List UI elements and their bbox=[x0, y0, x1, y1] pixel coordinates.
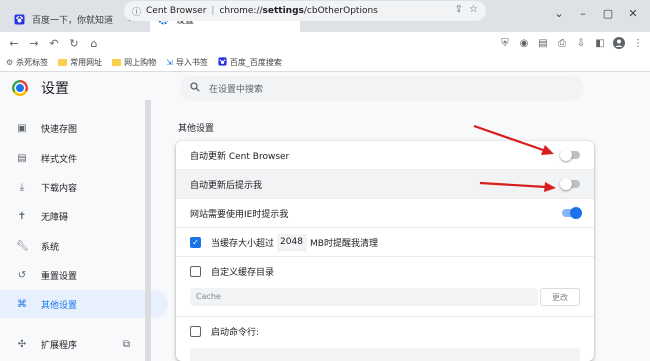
cent-browser-logo-icon bbox=[12, 80, 28, 96]
tab-search-icon[interactable]: ⌄ bbox=[548, 4, 570, 22]
bookmark-star-icon[interactable]: ☆ bbox=[469, 4, 478, 15]
cache-size-input[interactable]: 2048 bbox=[277, 233, 308, 251]
baidu-paw-icon bbox=[218, 57, 227, 68]
sidebar-panel-icon[interactable]: ◧ bbox=[591, 33, 609, 53]
bookmark-folder[interactable]: 常用网址 bbox=[58, 57, 102, 68]
update-notify-label: 自动更新后提示我 bbox=[190, 180, 263, 191]
bookmark-item[interactable]: ⇲ 导入书签 bbox=[166, 57, 208, 68]
bookmark-folder[interactable]: 网上购物 bbox=[112, 57, 156, 68]
custom-cache-label: 自定义缓存目录 bbox=[211, 268, 275, 278]
bookmarks-bar: ⚙ 杀死标签 常用网址 网上购物 ⇲ 导入书签 百度_百度搜索 bbox=[0, 54, 650, 72]
print-icon[interactable]: ⎙ bbox=[553, 33, 571, 53]
auto-update-toggle[interactable] bbox=[560, 149, 580, 161]
tab-title: 百度一下，你就知道 bbox=[32, 15, 114, 26]
import-icon: ⇲ bbox=[166, 58, 173, 67]
baidu-paw-icon bbox=[14, 14, 25, 25]
back-icon[interactable]: ← bbox=[4, 33, 24, 53]
wrench-icon: 🔧︎ bbox=[16, 240, 29, 252]
other-settings-icon: ⌘ bbox=[17, 298, 27, 310]
cache-clean-suffix: MB时提醒我清理 bbox=[310, 238, 378, 249]
cache-clean-row: ✓ 当缓存大小超过 2048 MB时提醒我清理 bbox=[176, 228, 594, 257]
ie-prompt-row: 网站需要使用IE时提示我 bbox=[176, 199, 594, 228]
gesture-icon[interactable]: ◉ bbox=[515, 33, 533, 53]
cache-path-input[interactable]: Cache bbox=[190, 288, 538, 306]
change-button[interactable]: 更改 bbox=[540, 288, 580, 306]
sidebar-item-quick-save[interactable]: ▣ 快速存图 bbox=[0, 114, 168, 142]
custom-cache-row: 自定义缓存目录 bbox=[176, 257, 594, 286]
startup-cmd-checkbox[interactable] bbox=[190, 325, 201, 337]
startup-cmd-row: 启动命令行: bbox=[176, 316, 594, 345]
custom-cache-checkbox[interactable] bbox=[190, 266, 201, 277]
shield-extension-icon[interactable]: ⛨ bbox=[496, 33, 514, 53]
url-text: chrome://settings/cbOtherOptions bbox=[219, 6, 378, 16]
share-icon[interactable]: ⇪ bbox=[455, 4, 463, 15]
sidebar-item-other-settings[interactable]: ⌘ 其他设置 bbox=[0, 290, 168, 318]
open-external-icon: ⧉ bbox=[122, 338, 130, 350]
reload-icon[interactable]: ↻ bbox=[64, 33, 84, 53]
sidebar-item-reset[interactable]: ↺ 重置设置 bbox=[0, 261, 168, 289]
settings-page: 设置 在设置中搜索 ▣ 快速存图 ▤ 样式文件 ⤓ 下载内容 ✝ 无障碍 🔧︎ 系统 ↺ 重… bbox=[0, 72, 650, 361]
home-icon[interactable]: ⌂ bbox=[84, 33, 104, 53]
download-icon[interactable]: ⇩ bbox=[572, 33, 590, 53]
search-icon bbox=[190, 82, 202, 95]
style-file-icon: ▤ bbox=[17, 152, 27, 164]
startup-cmd-input[interactable] bbox=[190, 348, 580, 361]
url-path: settings bbox=[262, 6, 304, 16]
undo-close-icon[interactable]: ↶ bbox=[44, 33, 64, 53]
gear-icon: ⚙ bbox=[6, 58, 14, 67]
auto-update-label: 自动更新 Cent Browser bbox=[190, 151, 290, 162]
sidebar-item-style-file[interactable]: ▤ 样式文件 bbox=[0, 144, 168, 172]
startup-cmd-label: 启动命令行: bbox=[211, 327, 260, 338]
download-icon: ⤓ bbox=[19, 181, 25, 193]
page-title: 设置 bbox=[41, 81, 69, 97]
url-separator: | bbox=[211, 6, 215, 16]
bookmark-item[interactable]: 百度_百度搜索 bbox=[218, 57, 282, 68]
reset-icon: ↺ bbox=[17, 269, 27, 281]
annotation-arrow bbox=[473, 124, 554, 155]
sidebar-item-accessibility[interactable]: ✝ 无障碍 bbox=[0, 202, 168, 230]
sidebar-item-system[interactable]: 🔧︎ 系统 bbox=[0, 232, 168, 260]
cache-clean-prefix: 当缓存大小超过 bbox=[211, 238, 275, 249]
accessibility-icon: ✝ bbox=[17, 210, 27, 222]
settings-search-input[interactable]: 在设置中搜索 bbox=[180, 76, 584, 101]
site-info-icon[interactable]: ⓘ bbox=[132, 5, 141, 18]
annotation-arrow bbox=[479, 181, 556, 192]
toggle-knob bbox=[560, 178, 572, 190]
forward-icon[interactable]: → bbox=[24, 33, 44, 53]
profile-avatar-icon[interactable] bbox=[610, 33, 628, 53]
sidebar-item-downloads[interactable]: ⤓ 下载内容 bbox=[0, 173, 168, 201]
ie-prompt-toggle[interactable] bbox=[562, 207, 582, 219]
browser-brand: Cent Browser bbox=[146, 6, 207, 16]
search-placeholder: 在设置中搜索 bbox=[209, 85, 264, 95]
folder-icon bbox=[112, 59, 122, 66]
image-save-icon: ▣ bbox=[17, 122, 27, 134]
puzzle-icon: ✣ bbox=[17, 338, 27, 350]
window-close-button[interactable]: ✕ bbox=[622, 4, 644, 22]
section-title: 其他设置 bbox=[178, 124, 215, 134]
tab-grid-icon[interactable]: ▤ bbox=[534, 33, 552, 53]
menu-icon[interactable]: ⋮ bbox=[629, 33, 647, 53]
settings-card: 自动更新 Cent Browser 自动更新后提示我 网站需要使用IE时提示我 … bbox=[176, 141, 594, 361]
bookmark-item[interactable]: ⚙ 杀死标签 bbox=[6, 57, 48, 68]
sidebar-item-extensions[interactable]: ✣ 扩展程序 ⧉ bbox=[0, 330, 168, 358]
address-bar[interactable]: ⓘ Cent Browser | chrome://settings/cbOth… bbox=[124, 1, 486, 21]
cache-clean-checkbox[interactable]: ✓ bbox=[190, 236, 201, 248]
toggle-knob bbox=[560, 149, 572, 161]
folder-icon bbox=[58, 59, 68, 66]
toggle-knob bbox=[570, 207, 582, 219]
sidebar-scrollbar[interactable] bbox=[145, 100, 151, 361]
maximize-button[interactable]: ▢ bbox=[597, 4, 619, 22]
minimize-button[interactable]: – bbox=[572, 4, 594, 22]
update-notify-toggle[interactable] bbox=[560, 178, 580, 190]
ie-prompt-label: 网站需要使用IE时提示我 bbox=[190, 209, 289, 220]
